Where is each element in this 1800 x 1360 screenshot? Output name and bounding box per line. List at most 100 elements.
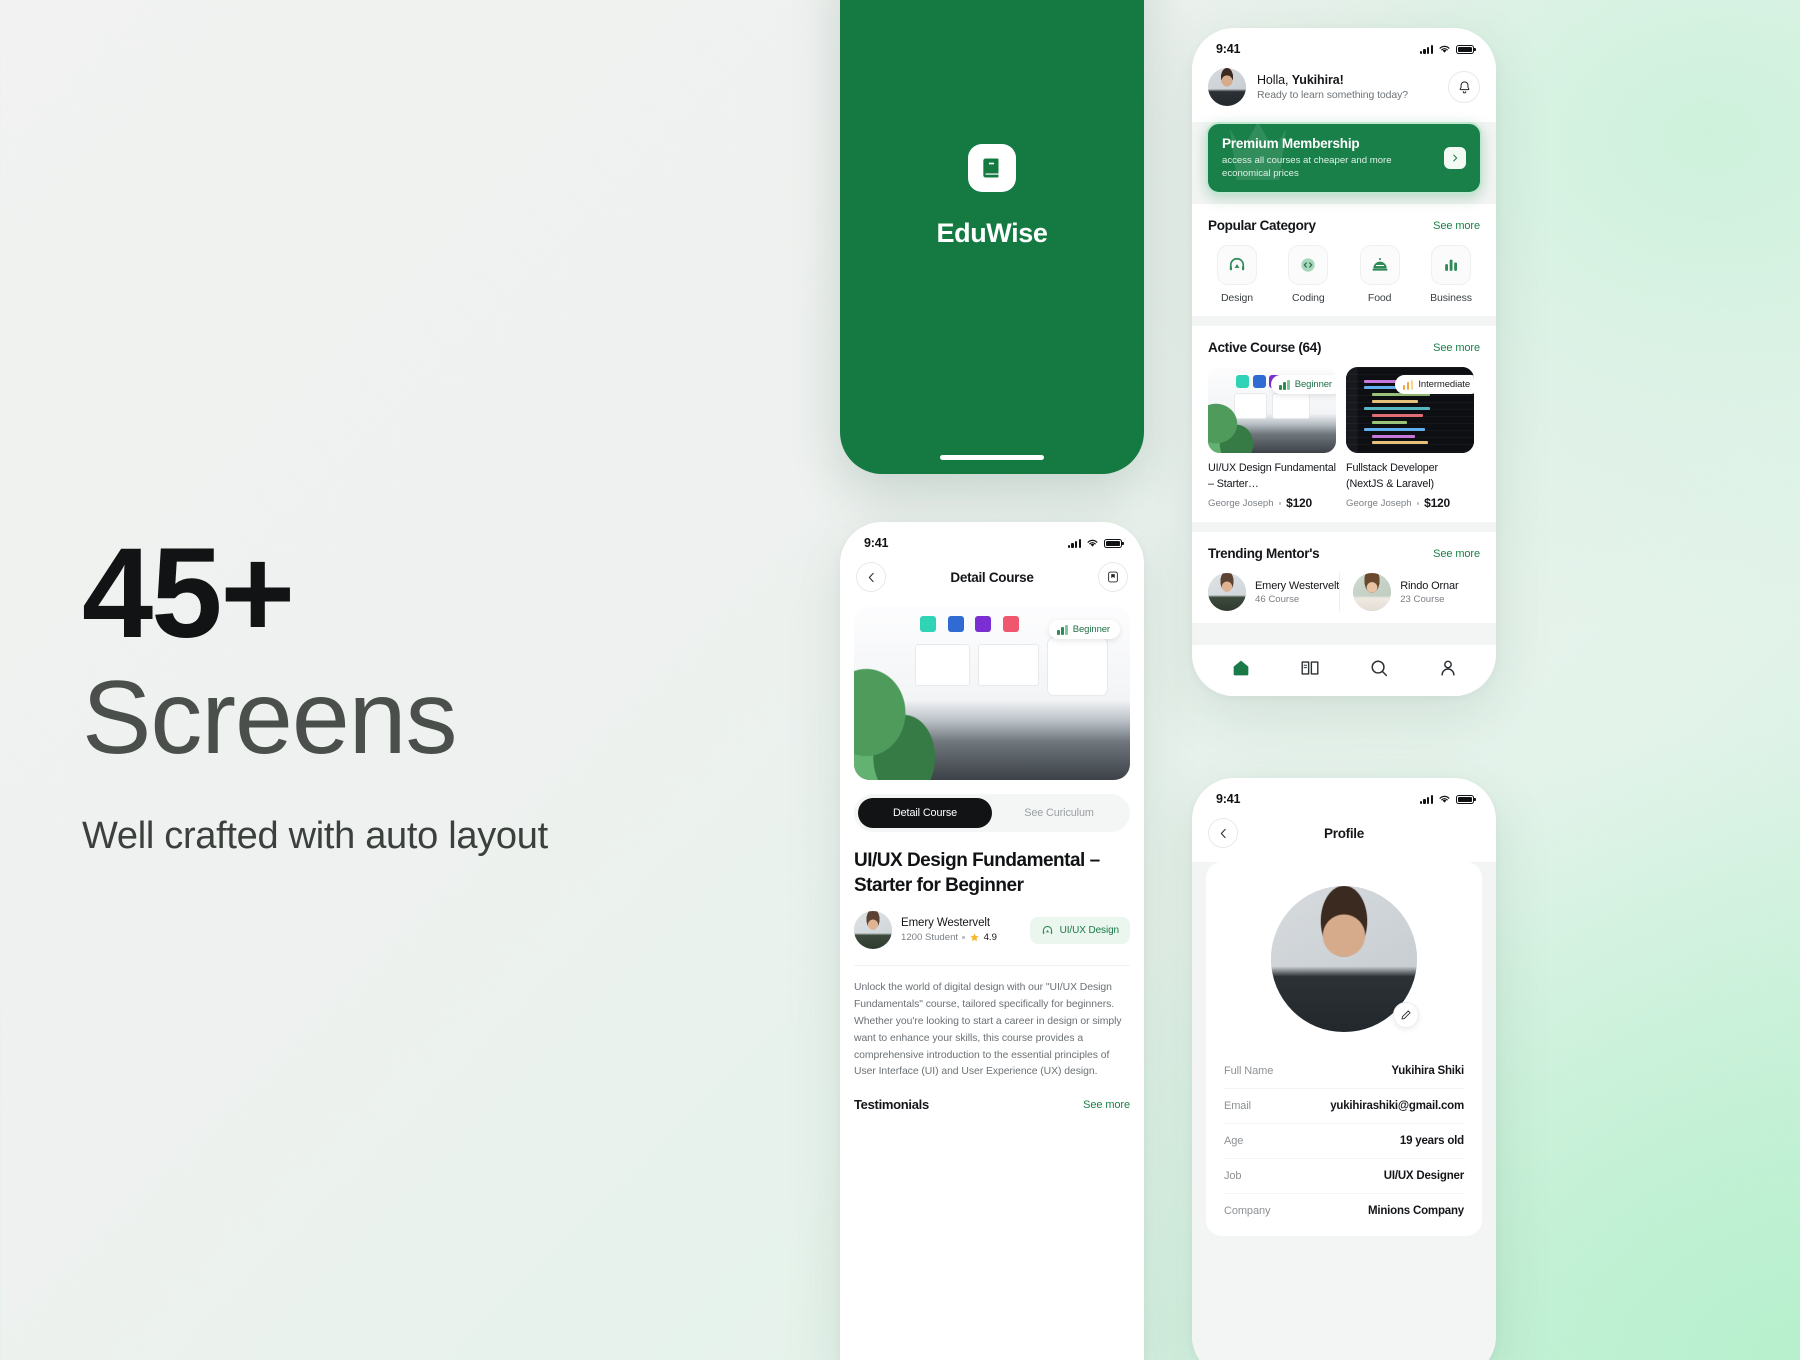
design-headset-icon	[1217, 245, 1257, 286]
premium-title: Premium Membership	[1222, 136, 1360, 151]
course-name: Fullstack Developer (NextJS & Laravel)	[1346, 462, 1438, 490]
design-headset-icon	[1042, 925, 1052, 934]
field-value: yukihirashiki@gmail.com	[1330, 1100, 1464, 1112]
tab-profile[interactable]	[1437, 657, 1459, 684]
level-badge-label: Intermediate	[1418, 379, 1470, 391]
category-label: Coding	[1291, 292, 1325, 305]
level-bars-icon	[1056, 624, 1068, 635]
notification-bell-button[interactable]	[1448, 71, 1480, 103]
tab-search[interactable]	[1368, 657, 1390, 684]
course-card[interactable]: Beginner UI/UX Design Fundamental – Star…	[1208, 367, 1336, 510]
pencil-edit-icon	[1401, 1010, 1411, 1020]
mentor-avatar	[1353, 573, 1392, 612]
instructor-avatar	[854, 911, 892, 950]
home-screen-phone: 9:41 Holla, Yukihira! Ready to learn som…	[1192, 28, 1496, 696]
trending-mentors-see-more[interactable]: See more	[1433, 548, 1480, 560]
profile-field-row: Full Name Yukihira Shiki	[1224, 1054, 1464, 1089]
tab-see-curiculum[interactable]: See Curiculum	[992, 798, 1126, 828]
popular-category-title: Popular Category	[1208, 218, 1316, 234]
category-label: Food	[1367, 292, 1392, 305]
premium-arrow-button[interactable]	[1444, 147, 1466, 170]
rating-value: 4.9	[983, 932, 997, 944]
edit-profile-button[interactable]	[1393, 1002, 1419, 1028]
active-course-section: Active Course (64) See more Beginner UI/…	[1192, 326, 1496, 523]
profile-field-row: Job UI/UX Designer	[1224, 1159, 1464, 1194]
mentor-item[interactable]: Emery Westervelt 46 Course	[1208, 573, 1339, 612]
instructor-row: Emery Westervelt 1200 Student 4.9 UI/UX …	[854, 911, 1130, 950]
back-button[interactable]	[856, 562, 886, 592]
category-item-design[interactable]: Design	[1208, 245, 1266, 304]
student-count: 1200 Student	[901, 932, 959, 944]
hero-title: Screens	[82, 660, 458, 776]
food-cloche-icon	[1359, 245, 1400, 286]
course-thumbnail: Beginner	[1208, 367, 1336, 454]
chevron-left-icon	[1220, 828, 1226, 838]
page-title: Profile	[1324, 825, 1364, 841]
greeting-line: Holla, Yukihira!	[1257, 73, 1437, 87]
back-button[interactable]	[1208, 818, 1238, 848]
profile-screen-phone: 9:41 Profile Full Name Yukihira Shiki Em…	[1192, 778, 1496, 1360]
tab-detail-course[interactable]: Detail Course	[858, 798, 992, 828]
bookmark-button[interactable]	[1097, 562, 1128, 592]
course-title: UI/UX Design Fundamental – Starter for B…	[854, 850, 1100, 897]
chevron-left-icon	[868, 572, 874, 582]
book-open-icon	[1301, 661, 1318, 675]
course-tag-label: UI/UX Design	[1059, 924, 1119, 936]
premium-membership-banner[interactable]: Premium Membership access all courses at…	[1206, 122, 1482, 195]
field-label: Email	[1224, 1100, 1252, 1112]
course-author: George Joseph	[1208, 497, 1274, 509]
detail-nav-bar: Detail Course	[840, 556, 1144, 606]
category-item-food[interactable]: Food	[1351, 245, 1409, 304]
separator-dot	[1416, 502, 1420, 505]
level-badge: Intermediate	[1394, 375, 1474, 395]
greeting-row: Holla, Yukihira! Ready to learn somethin…	[1192, 62, 1496, 122]
detail-tabs: Detail Course See Curiculum	[854, 794, 1130, 832]
book-icon	[983, 157, 999, 178]
field-value: Yukihira Shiki	[1391, 1065, 1464, 1077]
course-thumbnail: Intermediate	[1346, 367, 1474, 454]
user-avatar[interactable]	[1208, 68, 1246, 106]
course-description: Unlock the world of digital design with …	[854, 965, 1130, 1081]
testimonials-see-more[interactable]: See more	[1083, 1099, 1130, 1111]
home-indicator	[940, 455, 1044, 460]
separator-dot	[1278, 502, 1282, 505]
battery-icon	[1456, 44, 1476, 54]
category-label: Business	[1430, 292, 1472, 305]
category-item-business[interactable]: Business	[1422, 245, 1480, 304]
field-value: UI/UX Designer	[1383, 1170, 1464, 1182]
course-card[interactable]: Intermediate Fullstack Developer (NextJS…	[1346, 367, 1474, 510]
tab-courses[interactable]	[1299, 657, 1321, 684]
mentor-course-count: 23 Course	[1400, 593, 1445, 605]
hero-number: 45+	[82, 522, 295, 665]
active-course-see-more[interactable]: See more	[1433, 342, 1480, 354]
popular-category-section: Popular Category See more Design Coding …	[1192, 204, 1496, 317]
star-icon	[970, 933, 979, 942]
course-author: George Joseph	[1346, 497, 1412, 509]
mentor-name: Rindo Ornar	[1400, 579, 1459, 592]
cellular-signal-icon	[1419, 794, 1433, 804]
chevron-right-icon	[1453, 154, 1458, 162]
category-item-coding[interactable]: Coding	[1279, 245, 1337, 304]
level-badge: Beginner	[1270, 375, 1336, 395]
field-label: Age	[1224, 1135, 1244, 1147]
bookmark-icon	[1108, 571, 1118, 583]
splash-screen-phone: EduWise	[840, 0, 1144, 474]
course-tag-chip[interactable]: UI/UX Design	[1029, 916, 1130, 944]
mentor-item[interactable]: Rindo Ornar 23 Course	[1339, 573, 1480, 612]
code-brackets-icon	[1288, 245, 1329, 286]
field-label: Full Name	[1224, 1065, 1274, 1077]
greeting-name: Yukihira!	[1291, 73, 1344, 87]
battery-icon	[1104, 538, 1124, 548]
bar-chart-icon	[1430, 245, 1471, 286]
profile-field-row: Email yukihirashiki@gmail.com	[1224, 1089, 1464, 1124]
tab-home[interactable]	[1230, 657, 1252, 684]
instructor-name: Emery Westervelt	[901, 917, 990, 930]
testimonials-header: Testimonials See more	[854, 1097, 1130, 1112]
course-price: $120	[1286, 496, 1313, 511]
field-label: Company	[1224, 1205, 1271, 1217]
level-bars-icon	[1402, 379, 1414, 390]
greeting-prefix: Holla,	[1257, 73, 1292, 87]
premium-subtitle: access all courses at cheaper and more e…	[1222, 155, 1392, 180]
popular-category-see-more[interactable]: See more	[1433, 220, 1480, 232]
status-time: 9:41	[1216, 42, 1241, 56]
